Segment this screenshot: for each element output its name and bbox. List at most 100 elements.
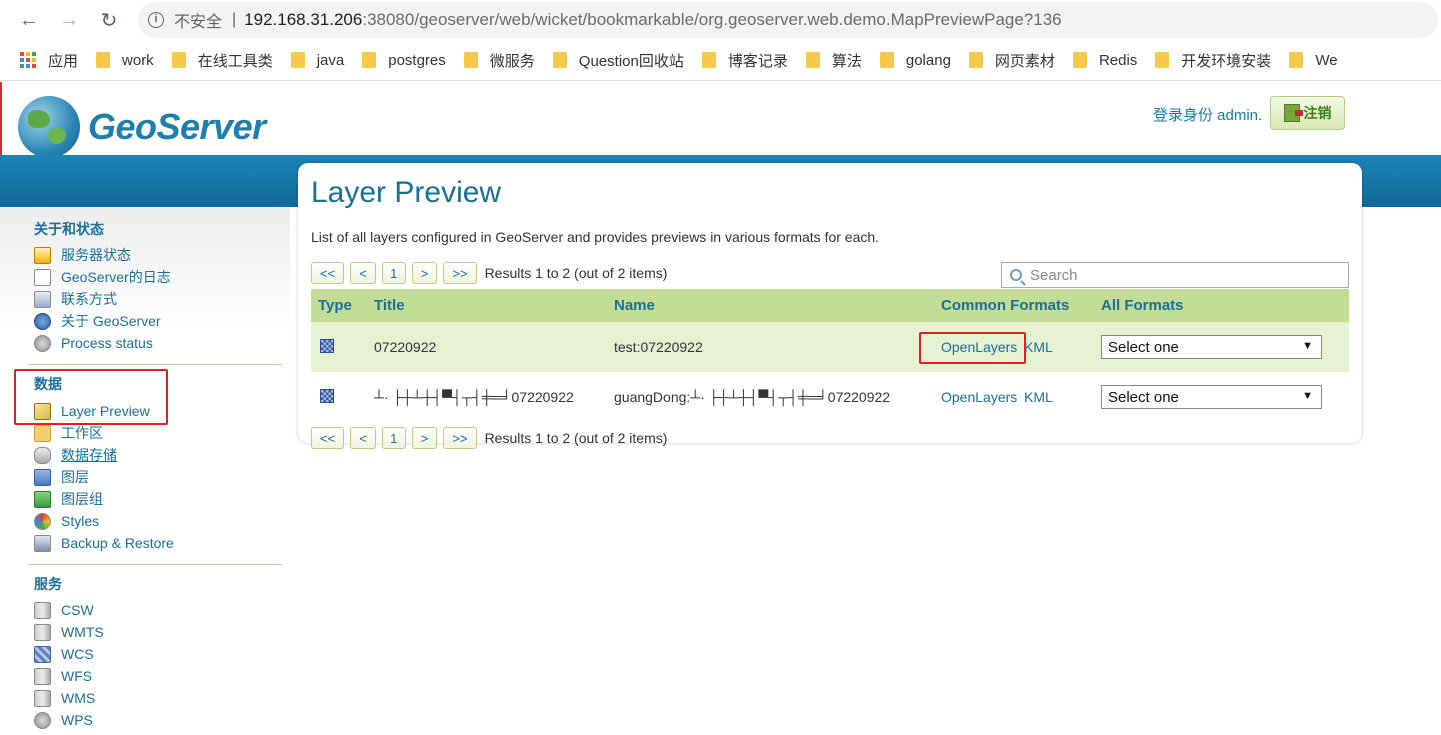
page-1-button[interactable]: 1 (381, 427, 406, 449)
back-arrow-icon[interactable]: ← (14, 5, 44, 35)
column-header-all-formats: All Formats (1101, 297, 1184, 314)
first-page-button[interactable]: << (311, 427, 345, 449)
sidebar-item-label: WPS (61, 712, 93, 728)
folder-icon (1289, 52, 1304, 68)
document-icon (34, 268, 51, 286)
folder-icon (463, 52, 478, 68)
bookmark-folder[interactable]: work (96, 52, 154, 69)
sidebar-item-backup-restore[interactable]: Backup & Restore (34, 533, 174, 553)
sidebar-item-wms[interactable]: WMS (34, 688, 95, 708)
bookmark-folder[interactable]: 网页素材 (968, 50, 1055, 71)
openlayers-link[interactable]: OpenLayers (941, 389, 1017, 405)
bookmark-folder[interactable]: 算法 (805, 50, 862, 71)
sidebar-item-process-status[interactable]: Process status (34, 333, 153, 353)
folder-icon (362, 52, 377, 68)
server-icon (34, 689, 51, 707)
bookmark-folder[interactable]: Redis (1072, 52, 1137, 69)
search-input[interactable]: Search (1001, 262, 1349, 288)
server-icon (34, 601, 51, 619)
sidebar-item-styles[interactable]: Styles (34, 511, 99, 531)
folder-icon (879, 52, 894, 68)
sidebar-item-wfs[interactable]: WFS (34, 666, 92, 686)
pager-bottom: << < 1 > >> Results 1 to 2 (out of 2 ite… (311, 427, 667, 449)
sidebar-item-stores[interactable]: 数据存储 (34, 445, 117, 465)
bookmark-label: golang (905, 51, 951, 69)
folder-icon (805, 52, 820, 68)
url-input[interactable]: i 不安全 | 192.168.31.206:38080/geoserver/w… (138, 2, 1438, 38)
section-about-status: 关于和状态 (34, 221, 104, 237)
sidebar-item-label: 关于 GeoServer (61, 313, 161, 329)
bookmark-folder[interactable]: golang (879, 51, 951, 69)
bookmark-label: java (316, 51, 345, 69)
raster-layer-icon (320, 339, 334, 353)
prev-page-button[interactable]: < (350, 262, 376, 284)
url-path: :38080/geoserver/web/wicket/bookmarkable… (362, 10, 1062, 29)
info-icon[interactable]: i (148, 12, 164, 28)
layer-name: test:07220922 (614, 339, 703, 355)
layer-title: 07220922 (374, 339, 437, 355)
layer-name: guangDong:┴· ├┼┴┼┤▀┤┬┤╪═╛07220922 (614, 389, 891, 405)
forward-arrow-icon[interactable]: → (54, 5, 84, 35)
first-page-button[interactable]: << (311, 262, 345, 284)
globe-icon (18, 96, 80, 158)
sidebar-item-workspaces[interactable]: 工作区 (34, 423, 103, 443)
login-info: 登录身份 admin. (1153, 107, 1263, 124)
backup-icon (34, 534, 51, 552)
geoserver-logo[interactable]: GeoServer (18, 96, 266, 158)
table-row: ┴· ├┼┴┼┤▀┤┬┤╪═╛07220922 guangDong:┴· ├┼┴… (311, 372, 1349, 422)
kml-link[interactable]: KML (1024, 389, 1053, 405)
sidebar-item-logs[interactable]: GeoServer的日志 (34, 267, 171, 287)
next-page-button[interactable]: > (411, 262, 438, 284)
bookmark-apps[interactable]: 应用 (20, 50, 78, 71)
column-header-type[interactable]: Type (318, 297, 352, 314)
column-header-title[interactable]: Title (374, 297, 405, 314)
folder-icon (171, 52, 186, 68)
sidebar-item-wcs[interactable]: WCS (34, 644, 94, 664)
column-header-common-formats: Common Formats (941, 297, 1070, 314)
sidebar-item-label: 图层组 (61, 491, 103, 507)
table-row: 07220922 test:07220922 OpenLayers KML Se… (311, 322, 1349, 372)
bookmark-folder[interactable]: java (290, 51, 345, 69)
reload-icon[interactable]: ↻ (94, 5, 124, 35)
bookmark-label: 网页素材 (994, 52, 1055, 70)
logout-button[interactable]: 注销 (1270, 96, 1345, 130)
sidebar-item-contact[interactable]: 联系方式 (34, 289, 117, 309)
bookmark-folder[interactable]: Question回收站 (552, 50, 684, 71)
bookmark-folder[interactable]: 开发环境安装 (1155, 50, 1271, 71)
next-page-button[interactable]: > (411, 427, 438, 449)
table-header: Type Title Name Common Formats All Forma… (311, 289, 1349, 322)
dropdown-arrow-icon: ▼ (1302, 390, 1313, 402)
sidebar-item-server-status[interactable]: 服务器状态 (34, 245, 131, 265)
last-page-button[interactable]: >> (443, 262, 477, 284)
sidebar-item-layer-groups[interactable]: 图层组 (34, 489, 103, 509)
page-title: Layer Preview (311, 176, 502, 209)
last-page-button[interactable]: >> (443, 427, 477, 449)
pager-top: << < 1 > >> Results 1 to 2 (out of 2 ite… (311, 262, 667, 284)
sidebar-item-wps[interactable]: WPS (34, 710, 93, 730)
search-placeholder: Search (1030, 266, 1078, 284)
sidebar-item-layers[interactable]: 图层 (34, 467, 89, 487)
all-formats-select[interactable]: Select one ▼ (1101, 385, 1322, 409)
bookmark-folder[interactable]: postgres (362, 52, 446, 69)
page-1-button[interactable]: 1 (381, 262, 406, 284)
bookmark-folder[interactable]: 微服务 (463, 50, 535, 71)
bookmark-folder[interactable]: 博客记录 (701, 50, 788, 71)
layer-icon (34, 468, 51, 486)
bookmark-folder[interactable]: We (1289, 52, 1338, 69)
bookmark-folder[interactable]: 在线工具类 (171, 50, 273, 71)
section-services: 服务 (34, 576, 62, 592)
logout-label: 注销 (1303, 105, 1332, 121)
folder-icon (96, 52, 111, 68)
sidebar-item-about[interactable]: 关于 GeoServer (34, 311, 161, 331)
sidebar-item-wmts[interactable]: WMTS (34, 622, 104, 642)
logout-icon (1283, 104, 1303, 122)
kml-link[interactable]: KML (1024, 339, 1053, 355)
all-formats-select[interactable]: Select one ▼ (1101, 335, 1322, 359)
sidebar-item-label: CSW (61, 602, 94, 618)
prev-page-button[interactable]: < (350, 427, 376, 449)
bookmark-label: 博客记录 (727, 52, 788, 70)
layer-title: ┴· ├┼┴┼┤▀┤┬┤╪═╛07220922 (374, 389, 574, 405)
sidebar-item-label: Styles (61, 513, 100, 529)
sidebar-item-csw[interactable]: CSW (34, 600, 94, 620)
column-header-name[interactable]: Name (614, 297, 655, 314)
